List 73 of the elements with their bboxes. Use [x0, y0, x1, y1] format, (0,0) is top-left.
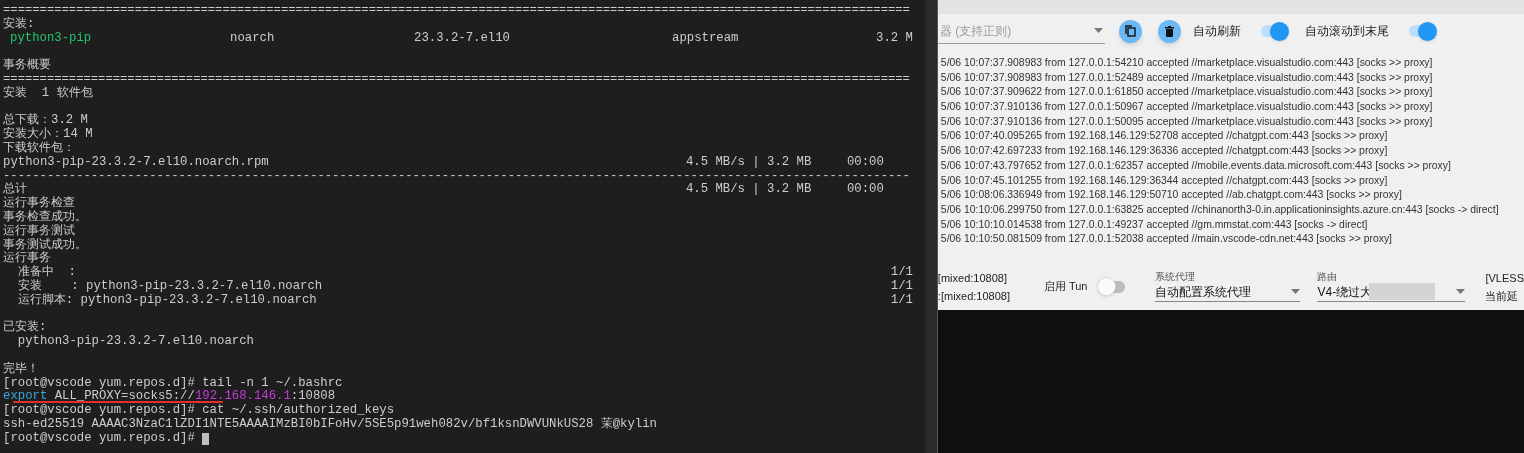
select-label: 路由: [1317, 271, 1339, 282]
terminal-line: 安装:: [3, 16, 35, 31]
status-text: 当前延: [1485, 288, 1520, 304]
log-line: 5/06 10:07:37.910136 from 127.0.0.1:50967 accepted //marketplace.visualstudio.com:443 [socks >> proxy]: [940, 100, 1434, 115]
copy-button[interactable]: [1118, 19, 1142, 43]
terminal-line: ssh-ed25519 AAAAC3NzaC1lZDI1NTE5AAAAIMzBI0bIFoHv/5SE5p91weh082v/bf1ksnDWVUNkUS28 茉@kylin: [3, 416, 657, 431]
log-line: 5/06 10:10:06.299750 from 127.0.0.1:63825 accepted //chinanorth3-0.in.applicationinsights.azure.cn:443 [socks -> direct]: [940, 202, 1500, 217]
log-line: 5/06 10:07:37.910136 from 127.0.0.1:50095 accepted //marketplace.visualstudio.com:443 [socks >> proxy]: [940, 114, 1434, 129]
terminal-line: python3-pip-23.3.2-7.el10.noarch: [16, 334, 254, 349]
terminal-line: python3-pip-23.3.2-7.el10.noarch.rpm: [3, 154, 269, 169]
divider-rule: ----------------------------------------------------------------------------------------------------------------------------: [3, 168, 910, 183]
log-line: 5/06 10:10:50.081509 from 127.0.0.1:52038 accepted //main.vscode-cdn.net:443 [socks >> proxy]: [940, 232, 1393, 247]
elapsed-time: 00:00: [846, 182, 884, 197]
terminal-line: 总下载：3.2 M: [3, 113, 88, 128]
status-text: [VLESS: [1485, 270, 1524, 286]
terminal-line: 运行脚本: python3-pip-23.3.2-7.el10.noarch: [16, 293, 317, 308]
download-stats: 4.5 MB/s | 3.2 MB: [685, 154, 812, 169]
toggle-label: 自动刷新: [1192, 23, 1241, 40]
port-label: [mixed:10808]: [937, 270, 1008, 286]
terminal-line: [root@vscode yum.repos.d]# tail -n 1 ~/.bashrc: [3, 375, 343, 390]
delete-button[interactable]: [1157, 19, 1181, 43]
terminal-line: export ALL_PROXY=socks5://192.168.146.1:10808: [3, 389, 336, 404]
table-cell: 23.3.2-7.el10: [414, 31, 510, 46]
log-line: 5/06 10:07:37.909622 from 127.0.0.1:61850 accepted //marketplace.visualstudio.com:443 [socks >> proxy]: [940, 85, 1434, 100]
port-label: :[mixed:10808]: [937, 288, 1011, 304]
terminal-line: 下载软件包：: [3, 140, 75, 155]
terminal-line: 事务检查成功。: [3, 209, 87, 224]
terminal-line: 已安装:: [3, 320, 47, 335]
select-dropdown[interactable]: 自动配置系统代理: [1155, 282, 1301, 302]
redaction-blur: [1369, 283, 1436, 300]
table-cell: 3.2 M: [876, 31, 913, 46]
terminal-line: 安装大小：14 M: [3, 127, 93, 142]
select-label: 系统代理: [1155, 271, 1197, 282]
log-line: 5/06 10:07:37.908983 from 127.0.0.1:52489 accepted //marketplace.visualstudio.com:443 [socks >> proxy]: [940, 70, 1434, 85]
terminal-line: 安装 : python3-pip-23.3.2-7.el10.noarch: [16, 279, 323, 293]
terminal-line: 运行事务: [3, 251, 51, 266]
log-line: 5/06 10:07:43.797652 from 127.0.0.1:62357 accepted //mobile.events.data.microsoft.com:443 [socks >> proxy]: [940, 158, 1452, 173]
divider-rule: ============================================================================================================================: [3, 72, 910, 86]
terminal-line: 运行事务检查: [3, 196, 75, 211]
terminal-line: 准备中 :: [16, 266, 76, 280]
terminal-line: 事务概要: [3, 58, 51, 73]
terminal-line: 安装 1 软件包: [3, 85, 93, 100]
terminal-line: [root@vscode yum.repos.d]#: [3, 431, 195, 446]
download-stats: 4.5 MB/s | 3.2 MB: [685, 182, 812, 197]
divider-rule: ============================================================================================================================: [3, 3, 910, 17]
caret-icon: [1093, 28, 1103, 33]
log-line: 5/06 10:07:37.908983 from 127.0.0.1:54210 accepted //marketplace.visualstudio.com:443 [socks >> proxy]: [940, 56, 1434, 70]
table-cell: noarch: [230, 31, 275, 46]
terminal-line: 总计: [3, 182, 27, 197]
progress-count: 1/1: [890, 279, 913, 294]
caret-icon: [1456, 289, 1466, 294]
trash-icon: [1164, 25, 1174, 37]
caret-icon: [1291, 289, 1301, 294]
log-line: 5/06 10:07:45.101255 from 192.168.146.129:36344 accepted //chatgpt.com:443 [socks >> proxy]: [940, 173, 1389, 188]
terminal-line: 事务测试成功。: [3, 237, 87, 252]
table-cell: appstream: [672, 31, 739, 46]
filter-combobox[interactable]: 器 (支持正则): [937, 18, 1105, 44]
copy-icon: [1124, 25, 1136, 37]
log-line: 5/06 10:08:06.336949 from 192.168.146.129:50710 accepted //ab.chatgpt.com:443 [socks >> proxy]: [940, 188, 1403, 203]
filter-field[interactable]: 器 (支持正则): [939, 21, 1080, 40]
terminal-line: 运行事务测试: [3, 223, 75, 238]
log-line: 5/06 10:10:10.014538 from 127.0.0.1:49237 accepted //gm.mmstat.com:443 [socks -> direct]: [940, 217, 1369, 232]
tun-label: 启用 Tun: [1043, 279, 1088, 295]
terminal-line: 完毕！: [3, 361, 39, 376]
progress-count: 1/1: [890, 266, 913, 280]
toggle-label: 自动滚动到末尾: [1304, 23, 1389, 40]
cursor-block: [201, 432, 209, 445]
terminal-line: [root@vscode yum.repos.d]# cat ~/.ssh/authorized_keys: [3, 403, 395, 418]
elapsed-time: 00:00: [846, 154, 884, 169]
table-cell: python3-pip: [10, 31, 92, 46]
log-line: 5/06 10:07:42.697233 from 192.168.146.129:36336 accepted //chatgpt.com:443 [socks >> proxy]: [940, 144, 1389, 159]
log-line: 5/06 10:07:40.095265 from 192.168.146.129:52708 accepted //chatgpt.com:443 [socks >> proxy]: [940, 129, 1389, 144]
progress-count: 1/1: [890, 293, 913, 308]
